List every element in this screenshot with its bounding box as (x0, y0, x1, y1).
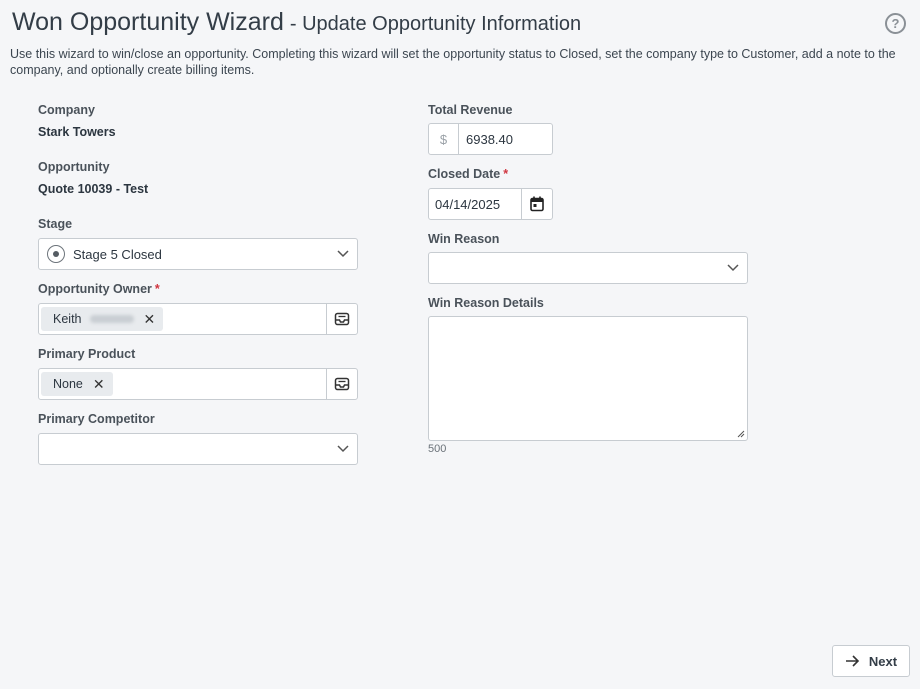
title-row: Won Opportunity Wizard - Update Opportun… (12, 8, 880, 37)
stage-status-icon (47, 245, 65, 263)
owner-label-text: Opportunity Owner (38, 282, 152, 296)
chevron-down-icon (337, 445, 349, 453)
product-chip-label: None (53, 377, 83, 391)
arrow-right-icon (845, 655, 860, 667)
remove-owner-icon[interactable]: ✕ (144, 311, 156, 328)
closed-date-label-text: Closed Date (428, 167, 501, 181)
owner-lookup-button[interactable] (326, 304, 357, 334)
win-reason-group: Win Reason (428, 232, 748, 284)
revenue-input[interactable]: $ 6938.40 (428, 123, 553, 155)
header: Won Opportunity Wizard - Update Opportun… (12, 8, 880, 37)
chevron-down-icon (337, 250, 349, 258)
opportunity-label: Opportunity (38, 160, 110, 174)
product-label: Primary Product (38, 347, 136, 361)
company-value: Stark Towers (38, 125, 116, 139)
calendar-icon (530, 196, 544, 212)
product-picker[interactable]: None ✕ (38, 368, 358, 400)
remove-product-icon[interactable]: ✕ (93, 376, 105, 393)
competitor-select[interactable] (38, 433, 358, 465)
revenue-value: 6938.40 (466, 131, 513, 147)
company-group: Company Stark Towers (38, 103, 358, 139)
redacted-text (89, 315, 134, 323)
required-marker: * (154, 282, 160, 296)
wizard-description: Use this wizard to win/close an opportun… (10, 47, 896, 77)
win-reason-select[interactable] (428, 252, 748, 284)
resize-handle-icon[interactable] (737, 430, 745, 438)
next-button[interactable]: Next (832, 645, 910, 677)
stage-label: Stage (38, 217, 73, 231)
win-reason-label: Win Reason (428, 232, 500, 246)
inbox-icon (334, 312, 350, 326)
char-counter: 500 (428, 443, 447, 455)
page-title: Won Opportunity Wizard (12, 8, 284, 36)
inbox-icon (334, 377, 350, 391)
help-icon[interactable]: ? (885, 13, 906, 34)
right-column: Total Revenue $ 6938.40 Closed Date * 04/… (428, 103, 748, 455)
revenue-group: Total Revenue $ 6938.40 (428, 103, 748, 155)
closed-date-label: Closed Date * (428, 167, 748, 182)
product-group: Primary Product None ✕ (38, 347, 358, 400)
stage-group: Stage Stage 5 Closed (38, 217, 358, 270)
competitor-label: Primary Competitor (38, 412, 155, 426)
owner-group: Opportunity Owner * Keith ✕ (38, 282, 358, 335)
product-chip: None ✕ (41, 372, 113, 396)
opportunity-value: Quote 10039 - Test (38, 182, 149, 196)
win-details-group: Win Reason Details 500 (428, 296, 748, 455)
owner-chip: Keith ✕ (41, 307, 164, 331)
competitor-group: Primary Competitor (38, 412, 358, 465)
page-subtitle: - Update Opportunity Information (289, 13, 582, 35)
owner-label: Opportunity Owner * (38, 282, 358, 297)
closed-date-input[interactable]: 04/14/2025 (428, 188, 553, 220)
stage-select[interactable]: Stage 5 Closed (38, 238, 358, 270)
date-picker-button[interactable] (521, 189, 552, 219)
left-column: Company Stark Towers Opportunity Quote 1… (38, 103, 358, 465)
owner-chip-label: Keith (53, 312, 82, 326)
closed-date-group: Closed Date * 04/14/2025 (428, 167, 748, 220)
win-details-textarea[interactable] (428, 316, 748, 441)
stage-select-value: Stage 5 Closed (73, 246, 162, 262)
product-lookup-button[interactable] (326, 369, 357, 399)
next-button-label: Next (868, 653, 898, 669)
owner-picker[interactable]: Keith ✕ (38, 303, 358, 335)
company-label: Company (38, 103, 95, 117)
opportunity-group: Opportunity Quote 10039 - Test (38, 160, 358, 196)
currency-prefix: $ (429, 124, 459, 154)
chevron-down-icon (727, 264, 739, 272)
revenue-label: Total Revenue (428, 103, 513, 117)
closed-date-value: 04/14/2025 (435, 196, 501, 212)
win-details-label: Win Reason Details (428, 296, 544, 310)
required-marker: * (503, 167, 509, 181)
